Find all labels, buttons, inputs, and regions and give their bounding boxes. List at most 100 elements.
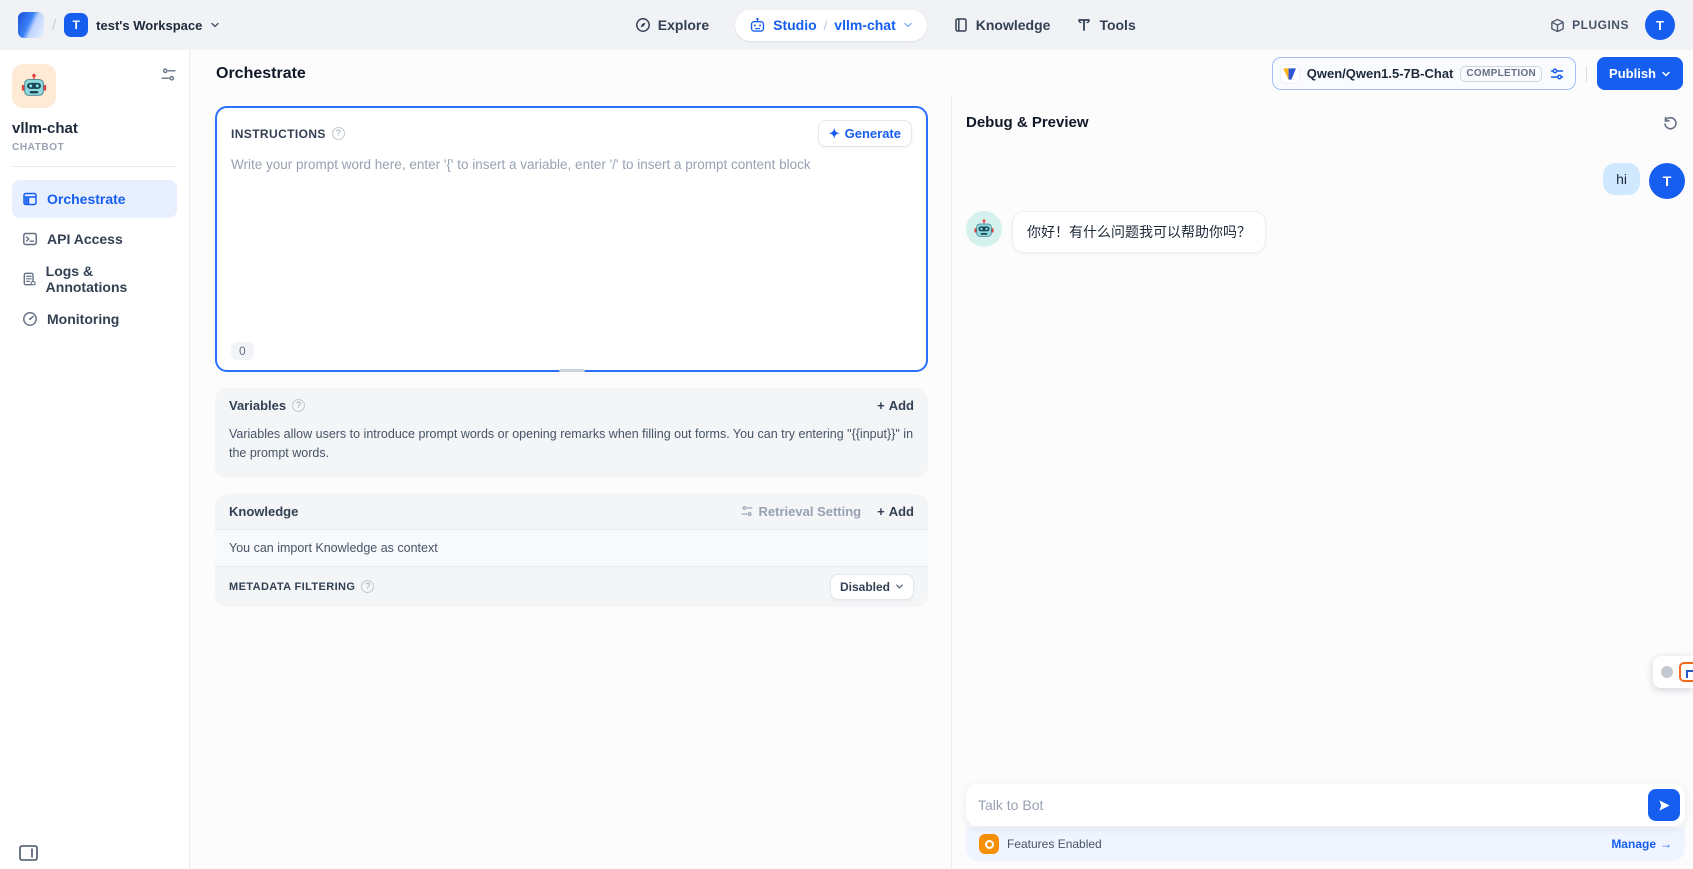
nav-explore[interactable]: Explore xyxy=(635,17,709,33)
chevron-down-icon xyxy=(1661,69,1671,79)
resize-handle[interactable] xyxy=(559,369,585,372)
help-icon[interactable]: ? xyxy=(292,399,305,412)
add-knowledge-button[interactable]: + Add xyxy=(877,504,914,519)
model-name: Qwen/Qwen1.5-7B-Chat xyxy=(1307,66,1454,81)
chat-message-user: hi T xyxy=(966,163,1685,199)
debug-preview-title: Debug & Preview xyxy=(966,114,1089,131)
app-name: vllm-chat xyxy=(12,120,177,137)
instructions-input[interactable] xyxy=(231,157,912,340)
features-enabled-label: Features Enabled xyxy=(1007,837,1102,851)
sidebar-item-label: Monitoring xyxy=(47,311,119,327)
nav-explore-label: Explore xyxy=(658,17,709,33)
model-selector[interactable]: Qwen/Qwen1.5-7B-Chat COMPLETION xyxy=(1272,57,1576,90)
manage-label: Manage xyxy=(1611,837,1656,851)
arrow-right-icon: → xyxy=(1660,837,1672,851)
help-icon[interactable]: ? xyxy=(332,127,345,140)
debug-preview-panel: Debug & Preview hi T 你好！有什么问题我可以帮助你吗 xyxy=(951,97,1693,869)
plus-icon: + xyxy=(877,504,885,519)
chevron-down-icon[interactable] xyxy=(210,20,220,30)
retrieval-setting-icon xyxy=(740,504,754,518)
plugins-icon xyxy=(1550,18,1565,33)
metadata-filtering-row: METADATA FILTERING ? Disabled xyxy=(215,566,928,607)
chat-area: hi T 你好！有什么问题我可以帮助你吗？ xyxy=(952,137,1693,784)
variables-description: Variables allow users to introduce promp… xyxy=(215,423,928,478)
sidebar-item-orchestrate[interactable]: Orchestrate xyxy=(12,180,177,218)
nav-knowledge-label: Knowledge xyxy=(976,17,1051,33)
workspace-name[interactable]: test's Workspace xyxy=(96,18,202,33)
send-button[interactable] xyxy=(1648,789,1680,821)
pill-separator: / xyxy=(824,18,828,33)
collapse-panel-icon xyxy=(19,845,38,861)
knowledge-icon xyxy=(953,17,969,33)
extension-widget[interactable] xyxy=(1653,656,1693,688)
retrieval-setting-button[interactable]: Retrieval Setting xyxy=(740,504,862,519)
chat-input[interactable] xyxy=(966,797,1648,813)
add-variable-button[interactable]: + Add xyxy=(877,398,914,413)
plugins-label: PLUGINS xyxy=(1572,18,1629,32)
chat-input-card xyxy=(966,784,1685,826)
nav-tools-label: Tools xyxy=(1099,17,1135,33)
sidebar-divider xyxy=(12,166,177,167)
header-separator xyxy=(1586,66,1587,82)
chat-message-bot: 你好！有什么问题我可以帮助你吗？ xyxy=(966,211,1685,253)
user-avatar[interactable]: T xyxy=(1645,10,1675,40)
nav-knowledge[interactable]: Knowledge xyxy=(953,17,1051,33)
send-icon xyxy=(1657,798,1672,813)
sidebar-item-label: Logs & Annotations xyxy=(46,263,167,295)
sidebar-item-label: API Access xyxy=(47,231,123,247)
sidebar-item-logs-annotations[interactable]: Logs & Annotations xyxy=(12,260,177,298)
help-icon[interactable]: ? xyxy=(361,580,374,593)
plugins-button[interactable]: PLUGINS xyxy=(1550,18,1629,33)
robot-emoji-icon xyxy=(20,72,48,100)
user-message-bubble: hi xyxy=(1603,163,1640,195)
top-navigation-bar: / T test's Workspace Explore Studio / vl… xyxy=(0,0,1693,50)
knowledge-card: Knowledge Retrieval Setting + Add xyxy=(215,494,928,607)
bot-chat-avatar xyxy=(966,211,1002,247)
extension-dot-icon[interactable] xyxy=(1661,666,1673,678)
chat-footer: Features Enabled Manage → xyxy=(952,784,1693,869)
variables-title: Variables xyxy=(229,398,286,413)
orchestrate-config-panel: INSTRUCTIONS ? ✦ Generate 0 xyxy=(190,97,951,869)
retrieval-setting-label: Retrieval Setting xyxy=(759,504,862,519)
sidebar-item-monitoring[interactable]: Monitoring xyxy=(12,300,177,338)
explore-icon xyxy=(635,17,651,33)
workspace-avatar[interactable]: T xyxy=(64,13,88,37)
app-icon[interactable] xyxy=(12,64,56,108)
terminal-icon xyxy=(22,231,38,247)
page-title: Orchestrate xyxy=(216,65,306,83)
model-parameters-icon[interactable] xyxy=(1549,66,1565,82)
logs-icon xyxy=(22,271,37,287)
instructions-title: INSTRUCTIONS xyxy=(231,127,326,141)
features-bar: Features Enabled Manage → xyxy=(966,827,1685,861)
collapse-panel-button[interactable] xyxy=(19,845,38,861)
nav-studio-pill[interactable]: Studio / vllm-chat xyxy=(735,10,927,41)
app-sidebar: vllm-chat CHATBOT Orchestrate API Access… xyxy=(0,50,190,869)
variables-card: Variables ? + Add Variables allow users … xyxy=(215,388,928,478)
metadata-filtering-select[interactable]: Disabled xyxy=(830,574,914,600)
metadata-filtering-title: METADATA FILTERING xyxy=(229,581,355,593)
sparkle-icon: ✦ xyxy=(829,127,840,140)
generate-button[interactable]: ✦ Generate xyxy=(818,120,912,147)
robot-emoji-icon xyxy=(973,218,995,240)
monitoring-icon xyxy=(22,311,38,327)
nav-tools[interactable]: Tools xyxy=(1076,17,1135,33)
generate-label: Generate xyxy=(845,126,901,141)
restart-conversation-icon[interactable] xyxy=(1662,114,1679,131)
app-settings-icon[interactable] xyxy=(160,66,177,83)
orchestrate-icon xyxy=(22,191,38,207)
nav-app-name: vllm-chat xyxy=(834,17,895,33)
knowledge-title: Knowledge xyxy=(229,504,298,519)
extension-badge-icon[interactable] xyxy=(1679,662,1693,682)
model-mode-badge: COMPLETION xyxy=(1460,66,1542,82)
bot-message-bubble: 你好！有什么问题我可以帮助你吗？ xyxy=(1012,211,1266,253)
breadcrumb-separator: / xyxy=(52,17,56,34)
features-icon xyxy=(979,834,999,854)
publish-button[interactable]: Publish xyxy=(1597,57,1683,90)
vllm-logo-icon xyxy=(1280,64,1300,84)
add-knowledge-label: Add xyxy=(889,504,914,519)
instructions-card: INSTRUCTIONS ? ✦ Generate 0 xyxy=(215,106,928,372)
manage-features-link[interactable]: Manage → xyxy=(1611,837,1672,851)
knowledge-description: You can import Knowledge as context xyxy=(215,529,928,566)
chevron-down-icon[interactable] xyxy=(903,20,913,30)
sidebar-item-api-access[interactable]: API Access xyxy=(12,220,177,258)
